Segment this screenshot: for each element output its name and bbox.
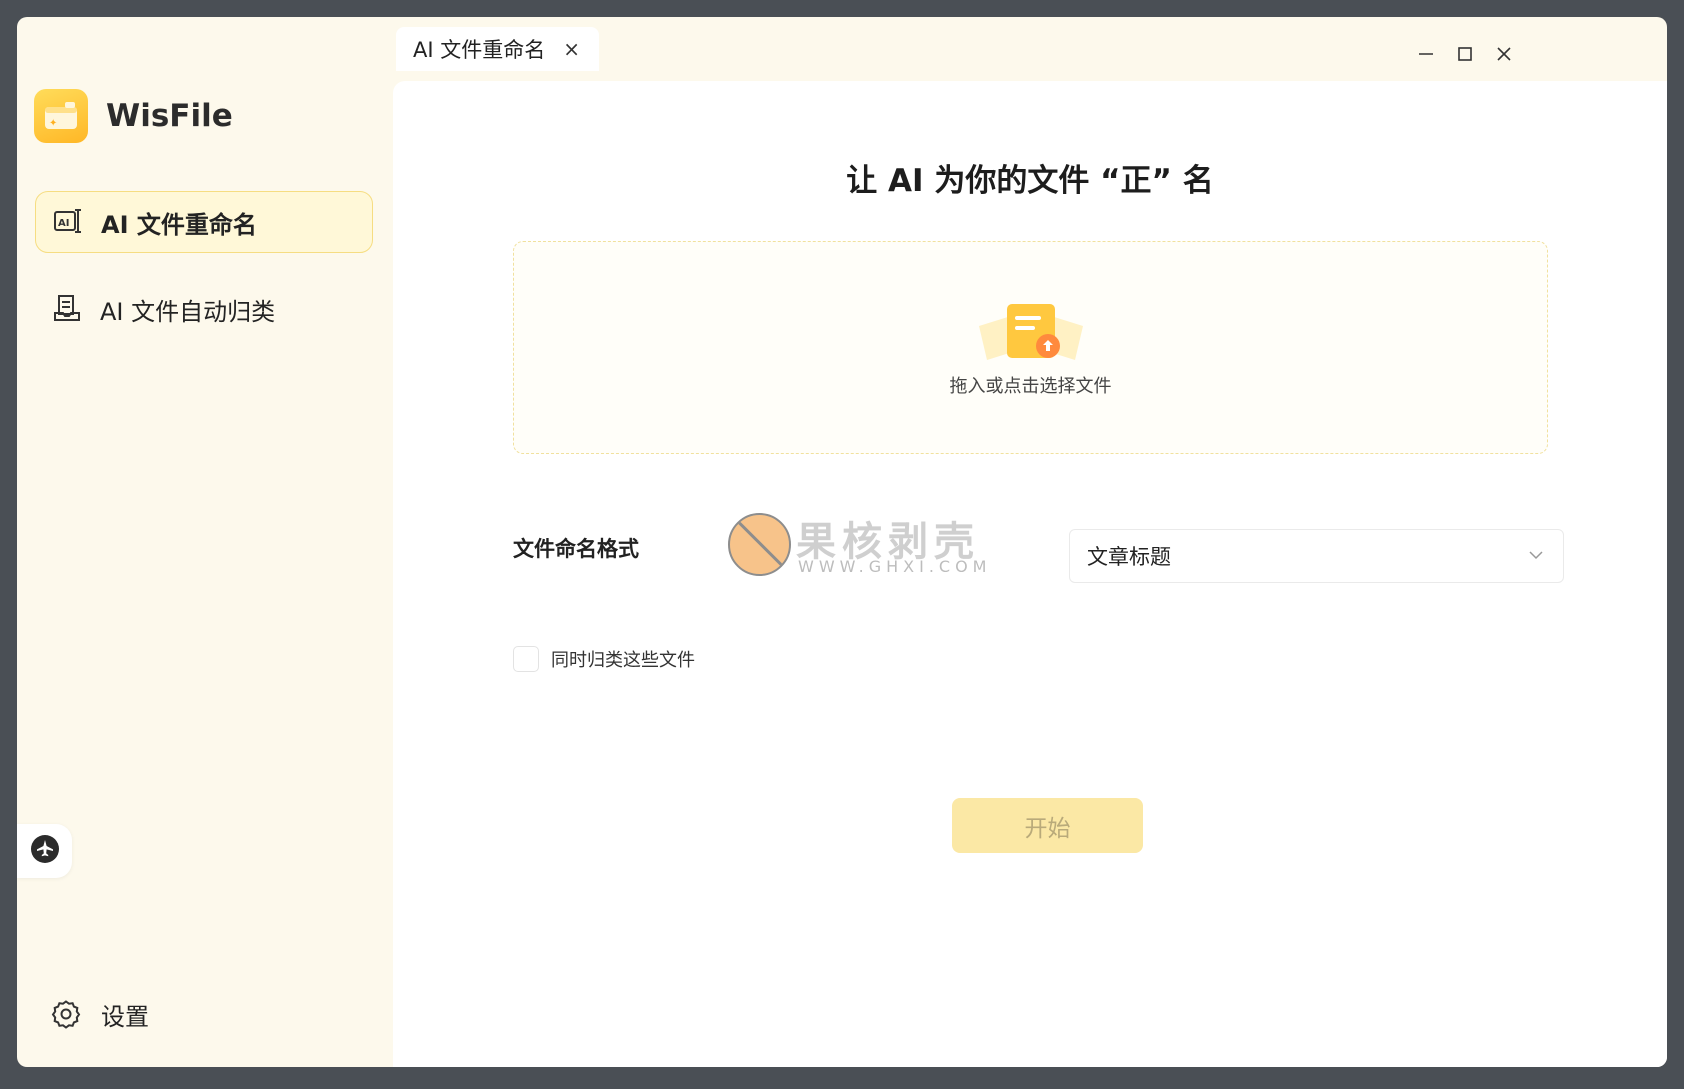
maximize-icon[interactable] xyxy=(1452,41,1478,67)
naming-format-label: 文件命名格式 xyxy=(513,537,639,561)
naming-format-select[interactable]: 文章标题 xyxy=(1069,529,1564,583)
classify-checkbox[interactable] xyxy=(513,646,539,672)
main-panel: 让 AI 为你的文件 “正” 名 拖入或点击选择文件 文件命名格式 果核剥壳 W… xyxy=(393,81,1667,1067)
sidebar-item-label: AI 文件重命名 xyxy=(101,210,257,239)
tab-close-icon[interactable]: × xyxy=(563,37,580,61)
page-title: 让 AI 为你的文件 “正” 名 xyxy=(846,163,1214,199)
file-dropzone[interactable]: 拖入或点击选择文件 xyxy=(513,241,1548,454)
brand: ✦ WisFile xyxy=(34,89,233,143)
settings-label: 设置 xyxy=(101,1003,149,1031)
gear-icon xyxy=(51,999,83,1031)
chevron-down-icon xyxy=(1525,544,1547,571)
app-window: ✦ WisFile AI AI 文件重命名 AI 文件自动归类 设置 AI 文件… xyxy=(17,17,1667,1067)
classify-checkbox-label: 同时归类这些文件 xyxy=(551,650,695,671)
watermark-en: WWW.GHXI.COM xyxy=(798,557,992,576)
tab-label: AI 文件重命名 xyxy=(413,38,546,62)
airplane-icon xyxy=(30,834,60,868)
dropzone-text: 拖入或点击选择文件 xyxy=(949,376,1112,397)
classify-checkbox-row[interactable]: 同时归类这些文件 xyxy=(513,646,695,672)
file-upload-icon xyxy=(973,304,1089,368)
sidebar: ✦ WisFile AI AI 文件重命名 AI 文件自动归类 设置 xyxy=(17,17,393,1067)
svg-text:AI: AI xyxy=(58,218,69,229)
settings-button[interactable]: 设置 xyxy=(51,997,149,1032)
watermark-logo-icon xyxy=(728,513,791,576)
tab-ai-rename[interactable]: AI 文件重命名 × xyxy=(396,27,599,71)
sidebar-item-ai-rename[interactable]: AI AI 文件重命名 xyxy=(35,191,373,253)
start-button[interactable]: 开始 xyxy=(952,798,1143,853)
svg-text:✦: ✦ xyxy=(49,118,57,129)
watermark: 果核剥壳 WWW.GHXI.COM xyxy=(728,513,998,583)
sidebar-item-label: AI 文件自动归类 xyxy=(100,297,276,326)
minimize-icon[interactable] xyxy=(1413,41,1439,67)
select-value: 文章标题 xyxy=(1087,545,1171,569)
close-icon[interactable] xyxy=(1491,41,1517,67)
airplane-button[interactable] xyxy=(17,824,72,878)
sidebar-item-ai-classify[interactable]: AI 文件自动归类 xyxy=(35,278,373,340)
app-name: WisFile xyxy=(106,98,233,134)
folder-ai-icon: ✦ xyxy=(34,89,88,143)
ai-rename-icon: AI xyxy=(53,206,85,238)
file-classify-icon xyxy=(52,293,84,325)
